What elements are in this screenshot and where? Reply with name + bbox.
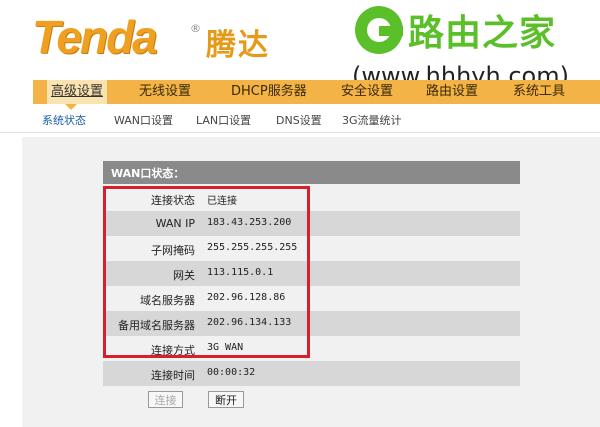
status-row-value: 00:00:32 — [207, 367, 256, 378]
sub-nav: 系统状态 WAN口设置 LAN口设置 DNS设置 3G流量统计 — [0, 108, 600, 133]
subnav-3g-traffic[interactable]: 3G流量统计 — [342, 112, 402, 128]
watermark-logo-icon — [355, 6, 403, 54]
highlight-box — [103, 186, 310, 358]
nav-wireless-settings[interactable]: 无线设置 — [139, 80, 191, 104]
wan-status-title: WAN口状态： — [111, 167, 185, 180]
nav-advanced-settings[interactable]: 高级设置 — [47, 80, 108, 104]
main-nav: 高级设置 无线设置 DHCP服务器 安全设置 路由设置 系统工具 — [33, 80, 600, 104]
header: Tenda ® 腾达 路由之家 (www.hhhyh.com) — [0, 0, 600, 90]
watermark-logo-cut — [379, 26, 403, 36]
subnav-lan-settings[interactable]: LAN口设置 — [196, 112, 251, 128]
subnav-system-status[interactable]: 系统状态 — [42, 112, 86, 128]
status-row-key: 连接时间 — [151, 369, 195, 382]
tenda-logo-cn: 腾达 — [206, 28, 270, 63]
status-row: 连接时间 00:00:32 — [103, 361, 520, 386]
subnav-dns-settings[interactable]: DNS设置 — [276, 112, 322, 128]
tenda-logo: Tenda — [32, 11, 158, 63]
watermark-title: 路由之家 — [408, 13, 557, 54]
wan-status-header: WAN口状态： — [103, 161, 520, 184]
subnav-wan-settings[interactable]: WAN口设置 — [114, 112, 173, 128]
nav-dhcp-server[interactable]: DHCP服务器 — [231, 80, 307, 104]
disconnect-button[interactable]: 断开 — [208, 391, 244, 408]
nav-route-settings[interactable]: 路由设置 — [426, 80, 478, 104]
registered-mark: ® — [190, 22, 201, 35]
nav-security-settings[interactable]: 安全设置 — [341, 80, 393, 104]
nav-system-tools[interactable]: 系统工具 — [513, 80, 565, 104]
connect-button[interactable]: 连接 — [148, 391, 183, 408]
